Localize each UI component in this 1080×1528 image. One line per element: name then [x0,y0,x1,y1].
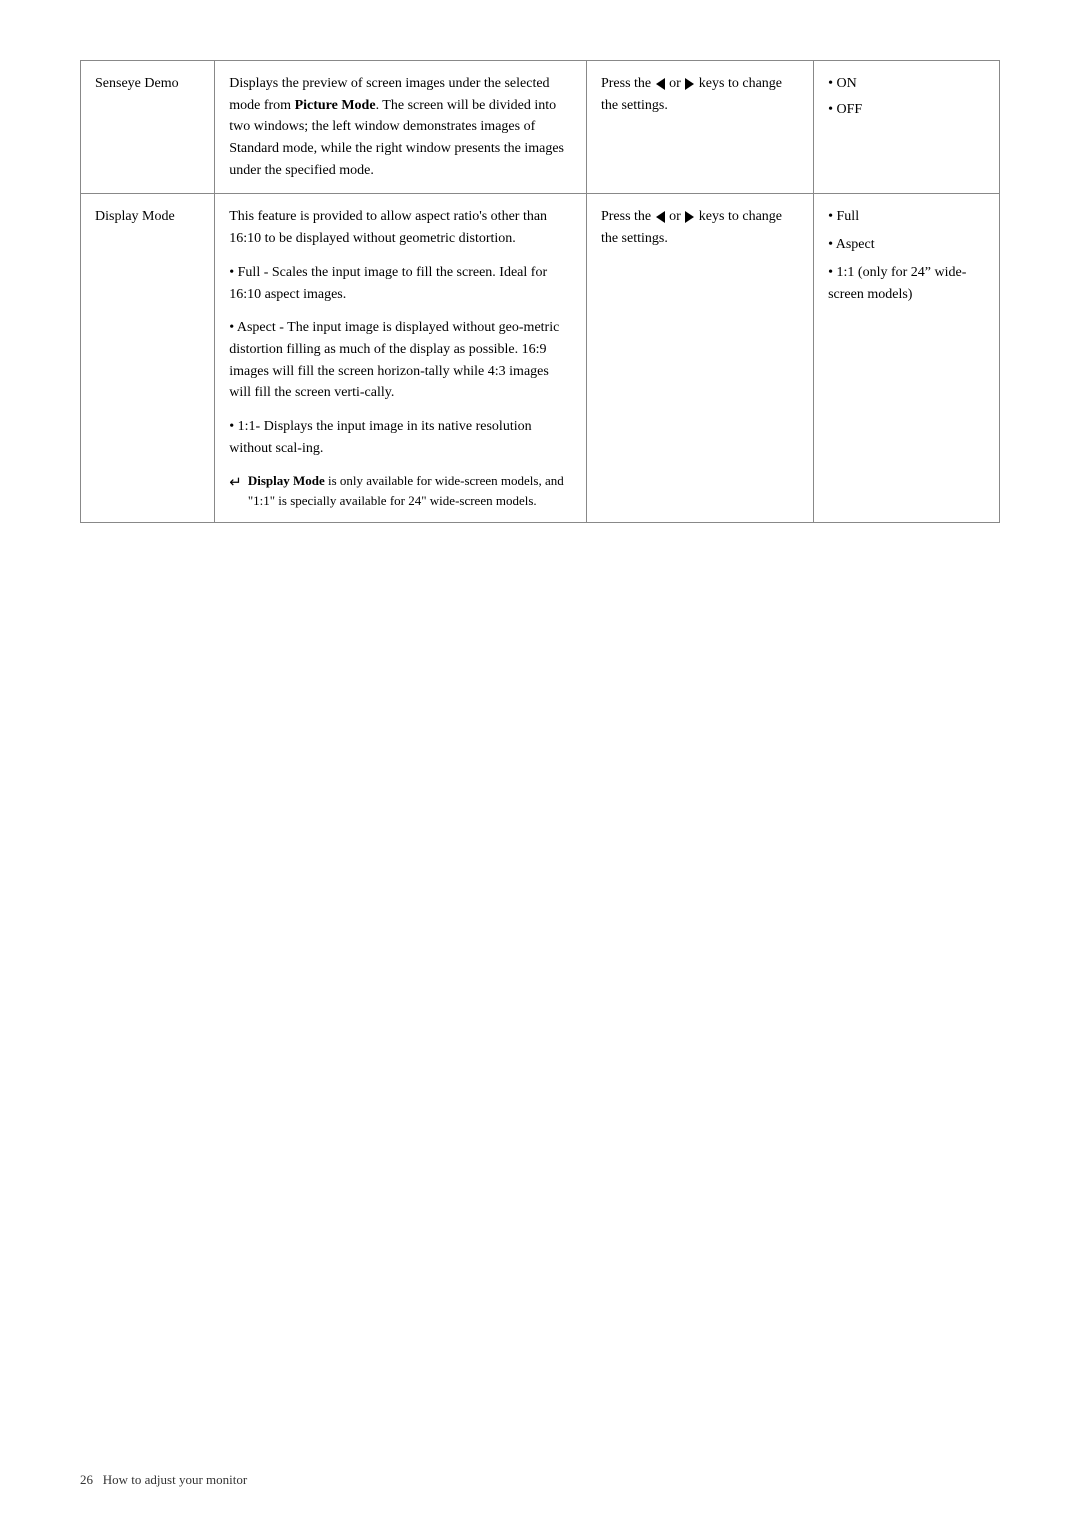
options-cell: • ON • OFF [814,61,1000,194]
right-arrow-icon [685,78,694,90]
option-full: • Full [828,206,985,228]
feature-name-cell: Senseye Demo [81,61,215,194]
feature-name-2: Display Mode [95,209,175,224]
instruction-cell: Press the or keys to change the settings… [586,61,813,194]
main-table: Senseye Demo Displays the preview of scr… [80,60,1000,523]
option-on: • ON [828,73,985,95]
feature-name-cell-2: Display Mode [81,194,215,523]
option-aspect: • Aspect [828,234,985,256]
table-row: Display Mode This feature is provided to… [81,194,1000,523]
footer: 26 How to adjust your monitor [80,1472,247,1488]
left-arrow-icon-2 [656,211,665,223]
left-arrow-icon [656,78,665,90]
press-the-text: Press the [601,76,655,91]
note-text: Display Mode is only available for wide-… [248,471,572,510]
bullet-11: • 1:1- Displays the input image in its n… [229,416,572,459]
press-the-text-2: Press the [601,209,655,224]
picture-mode-label: Picture Mode [295,98,376,113]
page: Senseye Demo Displays the preview of scr… [0,0,1080,643]
feature-name: Senseye Demo [95,76,179,91]
description-cell: Displays the preview of screen images un… [215,61,587,194]
right-arrow-icon-2 [685,211,694,223]
option-11: • 1:1 (only for 24” wide-screen models) [828,262,985,305]
note-icon: ↵ [229,472,242,495]
description-cell-2: This feature is provided to allow aspect… [215,194,587,523]
option-off: • OFF [828,99,985,121]
options-cell-2: • Full • Aspect • 1:1 (only for 24” wide… [814,194,1000,523]
display-mode-bold: Display Mode [248,473,325,488]
instruction-cell-2: Press the or keys to change the settings… [586,194,813,523]
or-text-2: or [666,209,685,224]
or-text: or [666,76,685,91]
note-block: ↵ Display Mode is only available for wid… [229,471,572,510]
display-mode-intro: This feature is provided to allow aspect… [229,206,572,249]
footer-text: How to adjust your monitor [103,1472,247,1487]
table-row: Senseye Demo Displays the preview of scr… [81,61,1000,194]
page-number: 26 [80,1472,93,1487]
bullet-full: • Full - Scales the input image to fill … [229,262,572,305]
bullet-aspect: • Aspect - The input image is displayed … [229,317,572,404]
